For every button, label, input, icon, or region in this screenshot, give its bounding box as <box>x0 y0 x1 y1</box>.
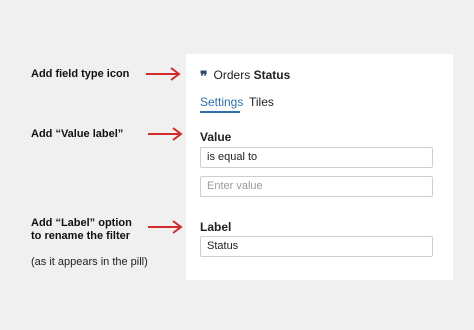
active-tab-indicator <box>200 111 240 113</box>
label-input[interactable]: Status <box>200 236 433 257</box>
tab-settings[interactable]: Settings <box>200 95 243 109</box>
annotation-label-option-line1: Add “Label” option <box>31 217 132 229</box>
tab-tiles[interactable]: Tiles <box>249 95 274 109</box>
panel-header: ❞ Orders Status <box>200 68 290 85</box>
label-field-label: Label <box>200 220 232 234</box>
header-field-name: Status <box>253 68 291 82</box>
arrow-icon <box>146 67 181 81</box>
annotation-label-option-line2: to rename the filter <box>31 230 131 242</box>
operator-select[interactable]: is equal to <box>200 147 433 168</box>
header-table-name: Orders <box>213 68 251 82</box>
quote-icon: ❞ <box>200 69 208 85</box>
annotation-value-label: Add “Value label” <box>31 128 124 140</box>
annotation-label-option-note: (as it appears in the pill) <box>31 256 148 268</box>
arrow-icon <box>148 220 183 234</box>
arrow-icon <box>148 127 183 141</box>
value-label: Value <box>200 130 232 144</box>
filter-settings-panel: ❞ Orders Status Settings Tiles Value is e… <box>186 54 453 280</box>
value-input[interactable]: Enter value <box>200 176 433 197</box>
annotation-field-type-icon: Add field type icon <box>31 68 130 80</box>
